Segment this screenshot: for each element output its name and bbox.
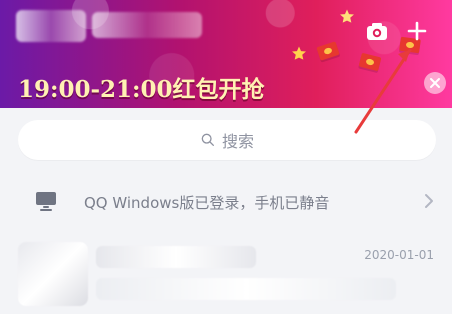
search-icon bbox=[201, 133, 214, 146]
search-placeholder: 搜索 bbox=[221, 132, 254, 151]
promo-text: 19:00-21:00红包开抢 bbox=[18, 76, 265, 103]
promo-header: 19:00-21:00红包开抢 bbox=[0, 0, 452, 108]
add-button[interactable] bbox=[404, 18, 430, 44]
close-promo-button[interactable] bbox=[424, 72, 446, 94]
header-actions bbox=[364, 18, 430, 44]
red-envelope-decoration bbox=[316, 41, 340, 61]
device-login-text: QQ Windows版已登录，手机已静音 bbox=[84, 194, 330, 212]
conversation-preview bbox=[96, 278, 396, 300]
qq-message-screen: 19:00-21:00红包开抢 搜索 QQ Windows版已登录，手机已静音 … bbox=[0, 0, 452, 314]
chevron-right-icon bbox=[425, 194, 433, 208]
camera-button[interactable] bbox=[364, 18, 390, 44]
star-icon bbox=[292, 46, 306, 60]
blurred-avatar bbox=[16, 10, 86, 42]
device-login-notice[interactable]: QQ Windows版已登录，手机已静音 bbox=[0, 180, 452, 224]
message-list: 搜索 QQ Windows版已登录，手机已静音 2020-01-01 bbox=[0, 108, 452, 314]
blurred-username bbox=[92, 12, 202, 38]
monitor-icon bbox=[36, 192, 56, 211]
plus-icon bbox=[407, 21, 427, 41]
red-envelope-decoration bbox=[358, 52, 382, 72]
close-icon bbox=[430, 78, 440, 88]
search-bar[interactable]: 搜索 bbox=[18, 120, 436, 160]
conversation-item[interactable]: 2020-01-01 bbox=[0, 240, 452, 314]
camera-icon bbox=[367, 23, 387, 40]
conversation-date: 2020-01-01 bbox=[364, 248, 434, 262]
conversation-title bbox=[96, 246, 256, 268]
conversation-avatar bbox=[18, 242, 88, 306]
star-icon bbox=[340, 9, 354, 23]
